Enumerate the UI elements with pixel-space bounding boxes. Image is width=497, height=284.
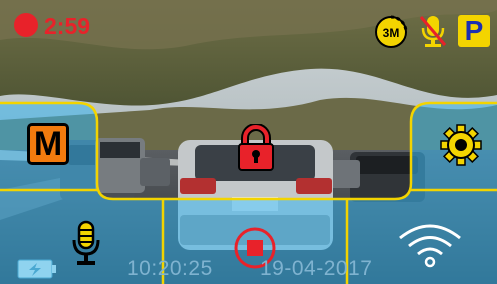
record-dot xyxy=(14,13,38,37)
loop-label: 3M xyxy=(383,26,400,40)
mic-toggle-zone[interactable] xyxy=(0,190,163,284)
mic-muted-icon[interactable] xyxy=(418,14,448,48)
parking-mode-button[interactable]: P xyxy=(458,15,490,47)
settings-gear-icon[interactable] xyxy=(440,124,482,166)
loop-timer-icon[interactable]: 3M xyxy=(374,15,408,49)
menu-button[interactable]: M xyxy=(27,123,69,165)
dashcam-screen: 2:59 3M P M 10:20:25 19-04-2017 xyxy=(0,0,497,284)
record-toggle-zone[interactable] xyxy=(163,199,347,284)
lock-icon[interactable] xyxy=(236,124,276,172)
recording-time: 2:59 xyxy=(44,13,91,39)
wifi-toggle-zone[interactable] xyxy=(347,190,497,284)
